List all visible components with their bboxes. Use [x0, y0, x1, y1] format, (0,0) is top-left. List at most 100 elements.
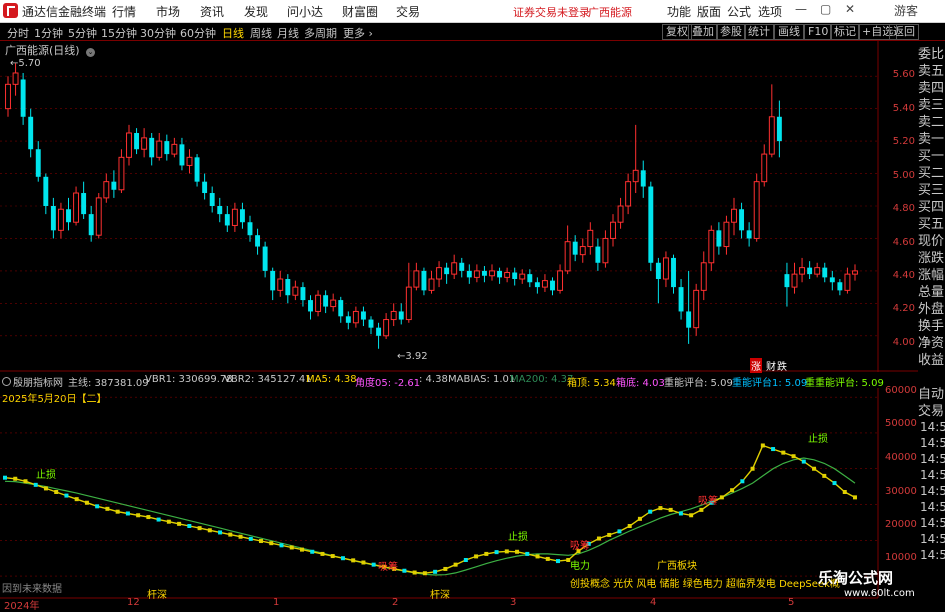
- candle-body[interactable]: [739, 209, 745, 231]
- candle-body[interactable]: [66, 209, 71, 223]
- side-tab[interactable]: 买三: [918, 182, 945, 199]
- period-more[interactable]: 更多 ›: [343, 25, 373, 41]
- candle-body[interactable]: [164, 141, 170, 155]
- candle-body[interactable]: [323, 295, 329, 307]
- side-tab[interactable]: 买四: [918, 199, 945, 216]
- candle-body[interactable]: [617, 205, 624, 223]
- candle-body[interactable]: [844, 273, 851, 291]
- candle-body[interactable]: [5, 83, 11, 110]
- candle-body[interactable]: [247, 222, 253, 236]
- candle-body[interactable]: [338, 300, 344, 317]
- candle-body[interactable]: [459, 262, 465, 271]
- candle-body[interactable]: [693, 289, 700, 329]
- candle-body[interactable]: [126, 132, 132, 158]
- period-monthly[interactable]: 月线: [277, 25, 299, 41]
- candle-body[interactable]: [28, 116, 34, 150]
- candle-body[interactable]: [179, 144, 185, 166]
- candle-body[interactable]: [451, 262, 458, 275]
- candle-body[interactable]: [625, 181, 632, 207]
- candlestick-chart[interactable]: [0, 40, 918, 372]
- candle-body[interactable]: [481, 270, 487, 276]
- candle-body[interactable]: [678, 287, 684, 312]
- candle-body[interactable]: [308, 300, 313, 312]
- candle-body[interactable]: [466, 270, 472, 278]
- side-tab[interactable]: 买一: [918, 148, 945, 165]
- side-tab[interactable]: 换手: [918, 318, 945, 335]
- side-tab[interactable]: 卖三: [918, 97, 945, 114]
- login-status[interactable]: 证券交易未登录: [513, 4, 590, 20]
- close-icon[interactable]: ✕: [845, 2, 855, 16]
- candle-body[interactable]: [345, 316, 351, 323]
- candle-body[interactable]: [527, 274, 533, 283]
- restore-icon[interactable]: ▢: [820, 2, 831, 16]
- candle-body[interactable]: [761, 153, 768, 183]
- candle-body[interactable]: [587, 229, 594, 248]
- candle-body[interactable]: [368, 319, 374, 328]
- side-tab[interactable]: 卖四: [918, 80, 945, 97]
- candle-body[interactable]: [791, 273, 798, 288]
- side-tab[interactable]: 委比: [918, 46, 945, 63]
- side-tab[interactable]: 涨跌: [918, 250, 945, 267]
- candle-body[interactable]: [829, 277, 835, 283]
- menu-gongneng[interactable]: 功能: [667, 3, 691, 20]
- period-15min[interactable]: 15分钟: [101, 25, 137, 41]
- side-tab[interactable]: 总量: [918, 284, 945, 301]
- candle-body[interactable]: [534, 282, 540, 288]
- candle-body[interactable]: [822, 267, 828, 278]
- candle-body[interactable]: [662, 257, 669, 280]
- candle-body[interactable]: [610, 221, 616, 239]
- candle-body[interactable]: [768, 116, 775, 155]
- side-tab[interactable]: 卖一: [918, 131, 945, 148]
- menu-jiaoyi[interactable]: 交易: [396, 3, 420, 20]
- candle-body[interactable]: [81, 193, 87, 215]
- candle-body[interactable]: [421, 270, 427, 291]
- candle-body[interactable]: [171, 143, 178, 155]
- menu-caifuquan[interactable]: 财富圈: [342, 3, 378, 20]
- candle-body[interactable]: [807, 267, 813, 275]
- candle-body[interactable]: [217, 206, 223, 215]
- candle-body[interactable]: [383, 319, 390, 337]
- candle-body[interactable]: [103, 181, 110, 199]
- candle-body[interactable]: [640, 170, 646, 187]
- candle-body[interactable]: [564, 241, 571, 272]
- candle-body[interactable]: [315, 294, 322, 312]
- candle-body[interactable]: [111, 181, 117, 190]
- candle-body[interactable]: [550, 280, 555, 291]
- candle-body[interactable]: [671, 257, 676, 288]
- menu-wenxiaoda[interactable]: 问小达: [287, 3, 323, 20]
- candle-body[interactable]: [141, 137, 148, 150]
- marker-zhang[interactable]: 涨: [750, 358, 762, 373]
- candle-body[interactable]: [753, 181, 760, 239]
- btn-huaxian[interactable]: 画线: [774, 24, 804, 40]
- user-label[interactable]: 游客: [894, 2, 918, 19]
- side-tab-auto[interactable]: 自动: [918, 386, 945, 403]
- btn-biaoji[interactable]: 标记: [830, 24, 860, 40]
- candle-body[interactable]: [572, 241, 578, 255]
- candle-body[interactable]: [708, 229, 715, 264]
- candle-body[interactable]: [504, 272, 511, 278]
- side-tab[interactable]: 买五: [918, 216, 945, 233]
- candle-body[interactable]: [285, 279, 291, 296]
- period-multi[interactable]: 多周期: [304, 25, 337, 41]
- side-tab[interactable]: 卖二: [918, 114, 945, 131]
- side-tab[interactable]: 卖五: [918, 63, 945, 80]
- candle-body[interactable]: [239, 209, 245, 223]
- period-fenshi[interactable]: 分时: [7, 25, 29, 41]
- candle-body[interactable]: [360, 311, 366, 320]
- btn-f10[interactable]: F10: [804, 24, 833, 40]
- candle-body[interactable]: [352, 310, 359, 324]
- candle-body[interactable]: [50, 206, 56, 231]
- candle-body[interactable]: [376, 327, 382, 336]
- candle-body[interactable]: [837, 282, 843, 291]
- candle-body[interactable]: [231, 208, 238, 226]
- candle-body[interactable]: [648, 186, 654, 263]
- side-tab[interactable]: 买二: [918, 165, 945, 182]
- marker-cai[interactable]: 财: [766, 358, 776, 373]
- candle-body[interactable]: [43, 176, 49, 206]
- minimize-icon[interactable]: —: [795, 2, 807, 16]
- candle-body[interactable]: [512, 272, 518, 279]
- candle-body[interactable]: [35, 149, 41, 177]
- candle-body[interactable]: [88, 214, 94, 236]
- candle-body[interactable]: [444, 267, 450, 275]
- side-tab[interactable]: 收益: [918, 352, 945, 369]
